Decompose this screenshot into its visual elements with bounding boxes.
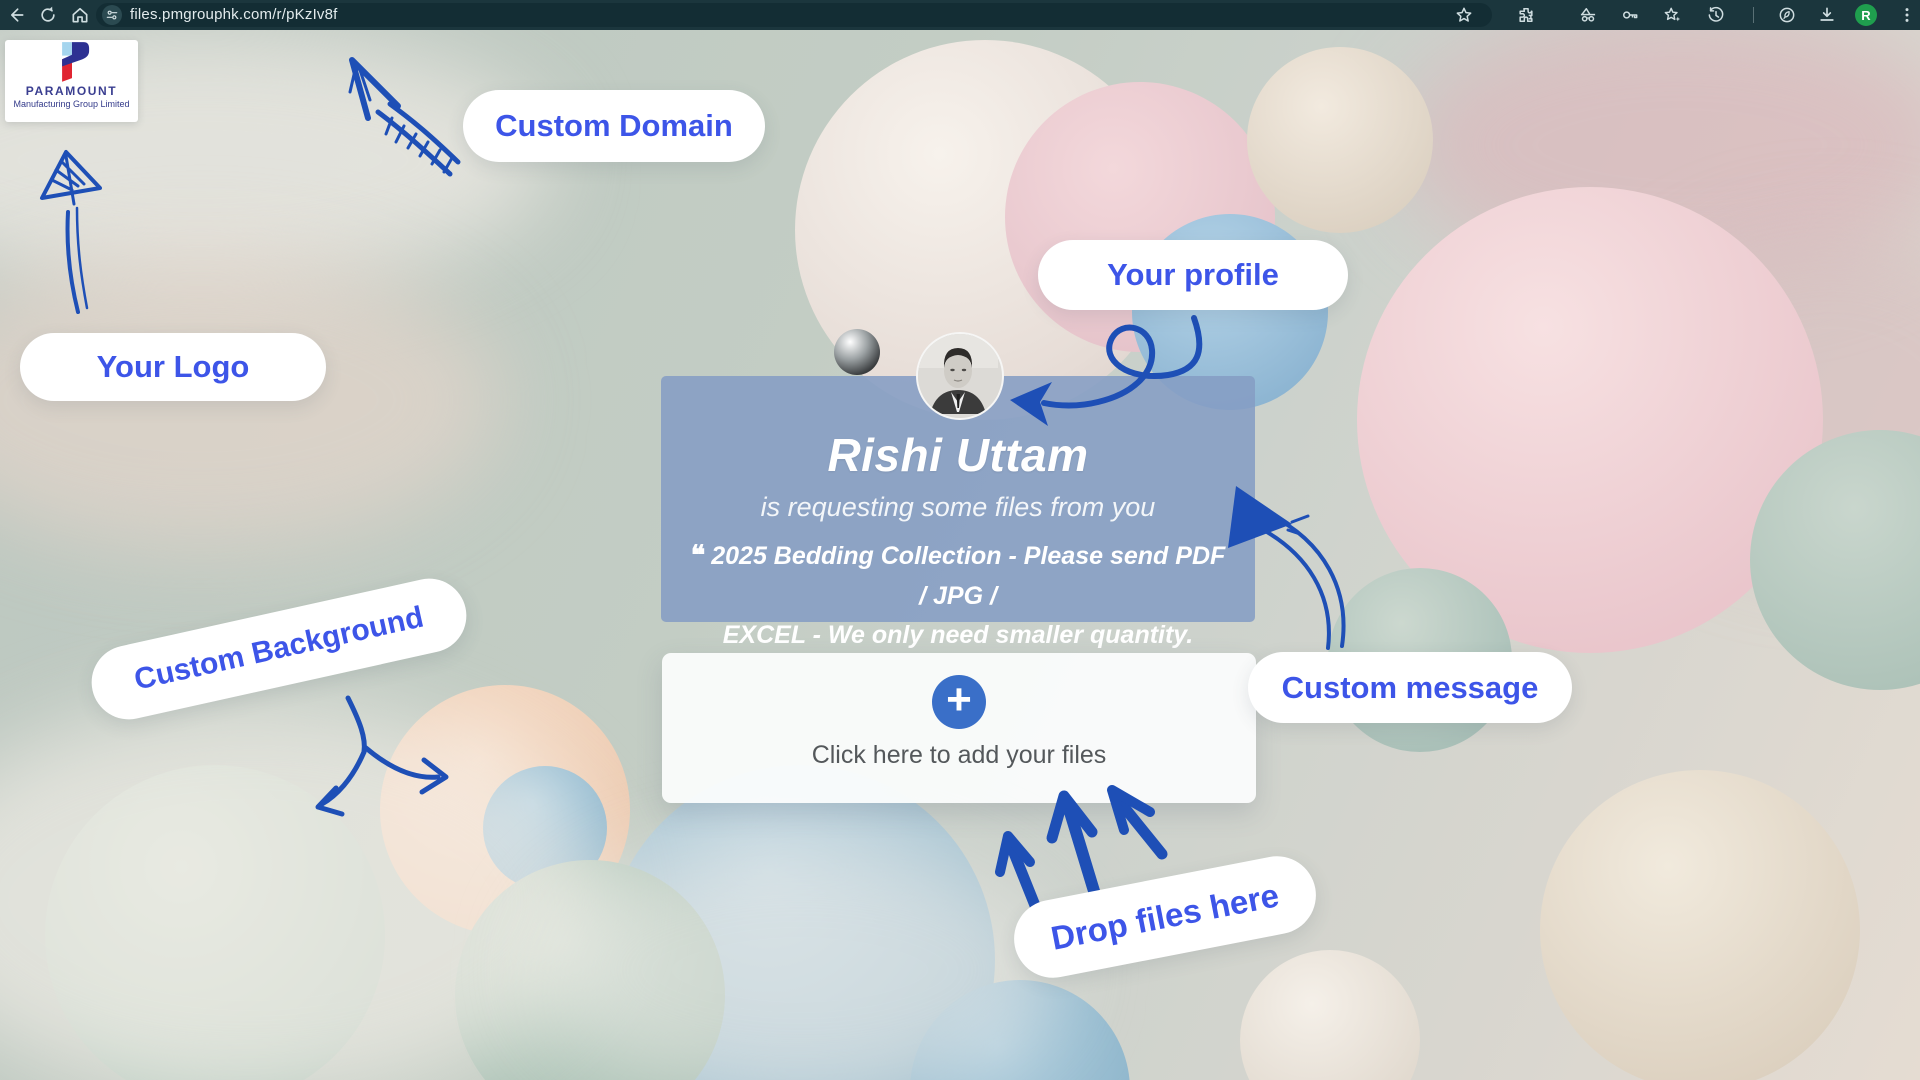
custom-domain-label: Custom Domain [495, 108, 733, 144]
logo-company-name: PARAMOUNT [26, 84, 118, 98]
plus-icon: + [946, 678, 972, 722]
screen: Rishi Uttam is requesting some files fro… [0, 0, 1920, 1080]
drop-files-callout: Drop files here [1007, 850, 1322, 985]
cloud-blob [540, 840, 1060, 1080]
request-message-line2: EXCEL - We only need smaller quantity. [723, 621, 1193, 649]
site-info-icon[interactable] [102, 5, 122, 25]
file-drop-zone[interactable]: + Click here to add your files [662, 653, 1256, 803]
request-subtitle: is requesting some files from you [661, 492, 1255, 523]
add-files-button[interactable]: + [932, 675, 986, 729]
paramount-logo-mark [54, 40, 90, 82]
drop-files-label: Drop files here [1048, 876, 1282, 957]
background-sphere [1247, 47, 1433, 233]
custom-background-label: Custom Background [131, 600, 426, 697]
energy-saver-icon[interactable] [1777, 5, 1797, 25]
your-logo-label: Your Logo [97, 349, 250, 385]
password-key-icon[interactable] [1620, 5, 1640, 25]
downloads-icon[interactable] [1817, 5, 1837, 25]
custom-domain-callout: Custom Domain [463, 90, 765, 162]
your-profile-label: Your profile [1107, 257, 1279, 293]
custom-message-label: Custom message [1282, 670, 1539, 706]
quote-mark-icon: ❝ [691, 540, 706, 570]
profile-avatar-image [918, 334, 998, 414]
your-logo-callout: Your Logo [20, 333, 326, 401]
url-text[interactable]: files.pmgrouphk.com/r/pKzIv8f [130, 0, 338, 30]
background-sphere [1540, 770, 1860, 1080]
toolbar-divider [1753, 7, 1754, 23]
request-message: ❝2025 Bedding Collection - Please send P… [688, 535, 1228, 654]
browser-profile-avatar[interactable]: R [1855, 4, 1877, 26]
menu-kebab-icon[interactable] [1897, 5, 1917, 25]
request-message-line1: 2025 Bedding Collection - Please send PD… [711, 542, 1225, 610]
profile-avatar [916, 332, 1004, 420]
background-sphere [1240, 950, 1420, 1080]
company-logo: PARAMOUNT Manufacturing Group Limited [5, 40, 138, 122]
back-icon[interactable] [6, 5, 26, 25]
history-icon[interactable] [1706, 5, 1726, 25]
upload-instruction: Click here to add your files [812, 741, 1107, 770]
chrome-marble-sphere [834, 329, 880, 375]
starred-extension-icon[interactable] [1662, 5, 1682, 25]
custom-message-callout: Custom message [1248, 652, 1572, 723]
reload-icon[interactable] [38, 5, 58, 25]
home-icon[interactable] [70, 5, 90, 25]
your-profile-callout: Your profile [1038, 240, 1348, 310]
logo-company-subtitle: Manufacturing Group Limited [13, 99, 129, 109]
bookmark-star-icon[interactable] [1454, 5, 1474, 25]
extensions-icon[interactable] [1516, 5, 1536, 25]
incognito-extension-icon[interactable] [1578, 5, 1598, 25]
browser-toolbar: files.pmgrouphk.com/r/pKzIv8f R [0, 0, 1920, 30]
